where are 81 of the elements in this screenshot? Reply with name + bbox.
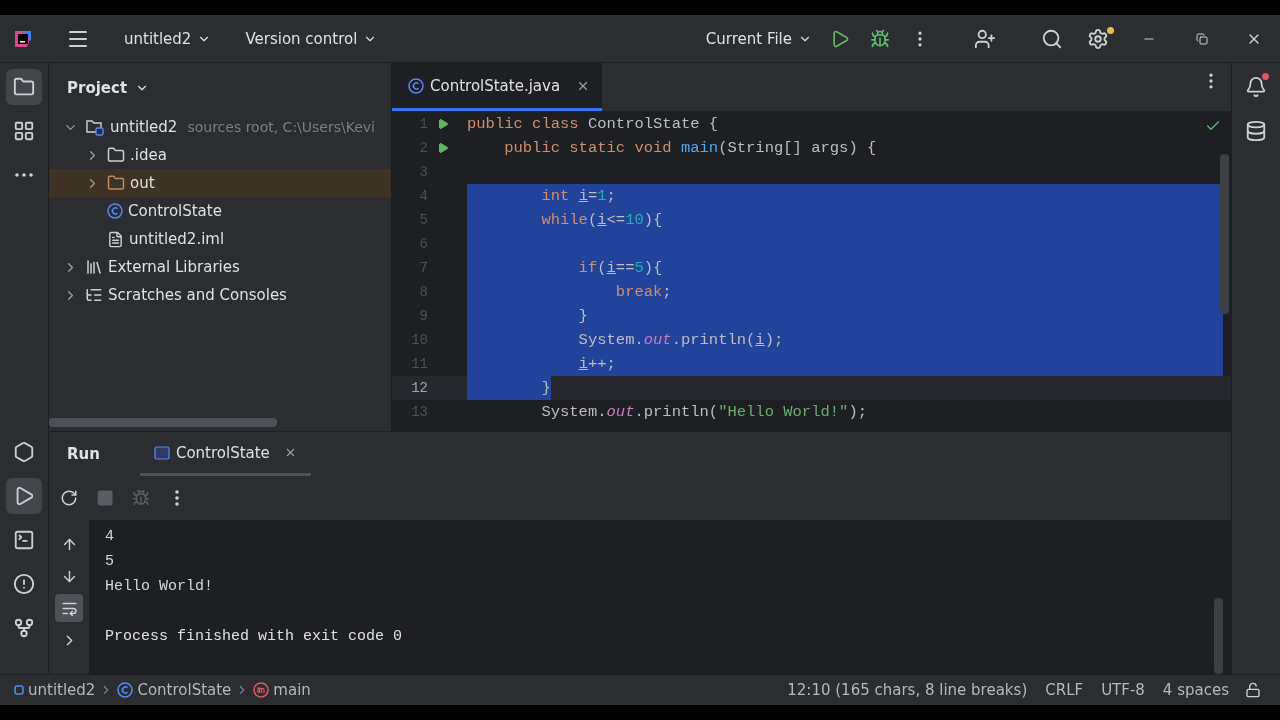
- console-line: 5: [105, 552, 115, 572]
- breadcrumb[interactable]: ControlState: [117, 681, 232, 699]
- status-item[interactable]: 12:10 (165 chars, 8 line breaks): [778, 681, 1037, 699]
- tree-item[interactable]: .idea: [49, 141, 391, 169]
- tree-item[interactable]: out: [49, 169, 391, 197]
- tree-item[interactable]: Scratches and Consoles: [49, 281, 391, 309]
- folder-icon: [107, 174, 125, 192]
- run-gutter-icon[interactable]: [437, 142, 449, 154]
- bug-icon: [132, 489, 150, 507]
- method-icon: [253, 682, 270, 698]
- window-icon: [153, 445, 170, 460]
- class-icon: [117, 682, 134, 698]
- scrollbar[interactable]: [1220, 154, 1229, 314]
- line-number: 12: [410, 380, 428, 396]
- file-icon: [107, 230, 124, 248]
- folder-icon: [85, 118, 105, 136]
- terminal-icon: [13, 529, 35, 551]
- class-icon: [107, 203, 123, 219]
- hexagon-icon: [13, 441, 35, 463]
- tree-item[interactable]: ControlState: [49, 197, 391, 225]
- panel-title-dropdown[interactable]: Project: [59, 75, 158, 101]
- restore-icon[interactable]: [1196, 32, 1208, 45]
- tree-item[interactable]: untitled2.iml: [49, 225, 391, 253]
- tree-label: .idea: [130, 146, 167, 164]
- code-line: public static void main(String[] args) {: [503, 138, 877, 159]
- tool-window-button[interactable]: [6, 69, 42, 105]
- scrollbar[interactable]: [49, 418, 277, 427]
- more-icon[interactable]: [175, 490, 179, 506]
- run-gutter-icon[interactable]: [437, 118, 449, 130]
- app-logo: [13, 28, 33, 49]
- status-item[interactable]: UTF-8: [1092, 681, 1154, 699]
- tree-label: Scratches and Consoles: [108, 286, 287, 304]
- status-item[interactable]: 4 spaces: [1153, 681, 1238, 699]
- breadcrumb-label: ControlState: [137, 681, 232, 699]
- tree-label: untitled2.iml: [129, 230, 225, 248]
- tree-label: untitled2: [110, 118, 178, 136]
- list-icon: [85, 286, 103, 304]
- class-icon: [408, 77, 424, 94]
- stop-icon: [96, 489, 114, 507]
- more-icon[interactable]: [15, 173, 33, 177]
- tree-item[interactable]: untitled2 sources root, C:\Users\Kevi: [49, 113, 391, 141]
- console-line: Hello World!: [105, 577, 215, 597]
- settings-icon[interactable]: [1087, 27, 1109, 50]
- tree-hint: sources root, C:\Users\Kevi: [187, 119, 375, 135]
- code-line: System.out.println("Hello World!");: [540, 402, 867, 423]
- status-item[interactable]: CRLF: [1036, 681, 1093, 699]
- vcs-dropdown[interactable]: Version control: [237, 23, 386, 54]
- panel-title: Run: [66, 444, 101, 465]
- tree-label: out: [130, 174, 155, 192]
- tree-item[interactable]: External Libraries: [49, 253, 391, 281]
- code-line: public class ControlState {: [467, 114, 719, 135]
- console-line: Process finished with exit code 0: [105, 627, 404, 647]
- console-button[interactable]: [55, 594, 83, 622]
- folder-icon: [13, 76, 35, 98]
- add-user-icon[interactable]: [974, 27, 996, 50]
- bell-icon[interactable]: [1245, 76, 1267, 98]
- editor-tab[interactable]: ControlState.java: [392, 63, 603, 111]
- rerun-icon: [60, 489, 78, 507]
- breadcrumb-label: main: [273, 681, 311, 699]
- module-icon: [14, 685, 24, 695]
- breadcrumb[interactable]: untitled2: [14, 681, 96, 699]
- database-icon[interactable]: [1245, 120, 1267, 142]
- folder-icon: [107, 146, 125, 164]
- grid-icon: [13, 120, 35, 142]
- run-icon[interactable]: [830, 28, 850, 49]
- unlock-icon[interactable]: [1245, 682, 1261, 698]
- console-line: 4: [105, 527, 115, 547]
- alert-icon: [13, 573, 35, 595]
- breadcrumb[interactable]: main: [253, 681, 311, 699]
- bug-icon[interactable]: [870, 28, 890, 49]
- search-icon[interactable]: [1041, 27, 1063, 50]
- run-tab[interactable]: ControlState: [139, 432, 311, 476]
- library-icon: [85, 258, 103, 276]
- project-switcher[interactable]: untitled2: [116, 23, 220, 54]
- run-config-dropdown[interactable]: Current File: [697, 23, 820, 54]
- tool-window-button[interactable]: [6, 478, 42, 514]
- branch-icon: [13, 617, 35, 639]
- tree-label: External Libraries: [108, 258, 240, 276]
- tree-label: ControlState: [128, 202, 222, 220]
- breadcrumb-label: untitled2: [28, 681, 96, 699]
- scrollbar[interactable]: [1214, 598, 1223, 674]
